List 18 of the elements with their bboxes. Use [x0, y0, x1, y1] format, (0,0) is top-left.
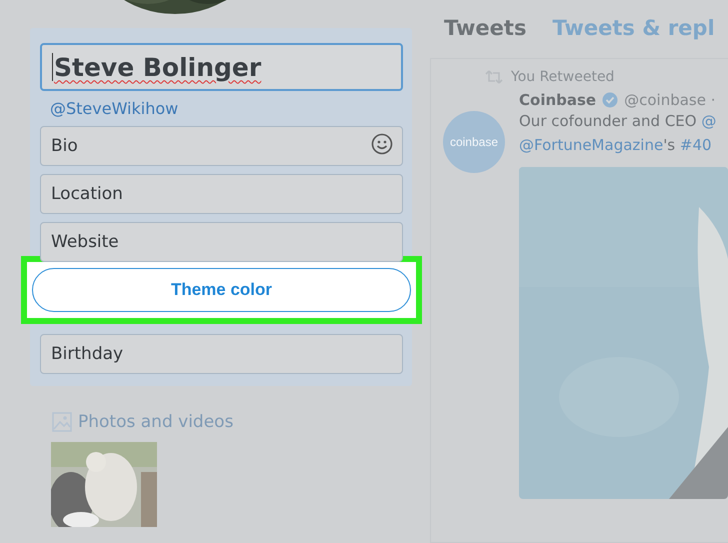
tweet-text-line: Our cofounder and CEO @	[519, 111, 718, 132]
name-field[interactable]: Steve Bolinger	[40, 43, 403, 91]
birthday-field[interactable]: Birthday	[40, 334, 403, 374]
text-field[interactable]: Website	[40, 222, 403, 262]
image-icon	[52, 412, 72, 432]
text-field[interactable]: Location	[40, 174, 403, 214]
profile-tab[interactable]: Tweets & repl	[552, 16, 715, 58]
author-handle: @coinbase ·	[624, 91, 716, 109]
handle-text: @SteveWikihow	[49, 99, 180, 118]
photos-videos-link[interactable]: Photos and videos	[78, 412, 234, 432]
tweet-text-line: @FortuneMagazine's #40	[519, 135, 713, 156]
account-avatar[interactable]: coinbase	[443, 111, 505, 173]
author-name[interactable]: Coinbase	[519, 91, 596, 109]
theme-color-button[interactable]: Theme color	[32, 268, 411, 312]
profile-tab[interactable]: Tweets	[444, 16, 526, 58]
text-field[interactable]: Bio	[40, 126, 403, 166]
retweet-label: You Retweeted	[511, 69, 614, 85]
smiley-icon[interactable]	[371, 133, 393, 155]
